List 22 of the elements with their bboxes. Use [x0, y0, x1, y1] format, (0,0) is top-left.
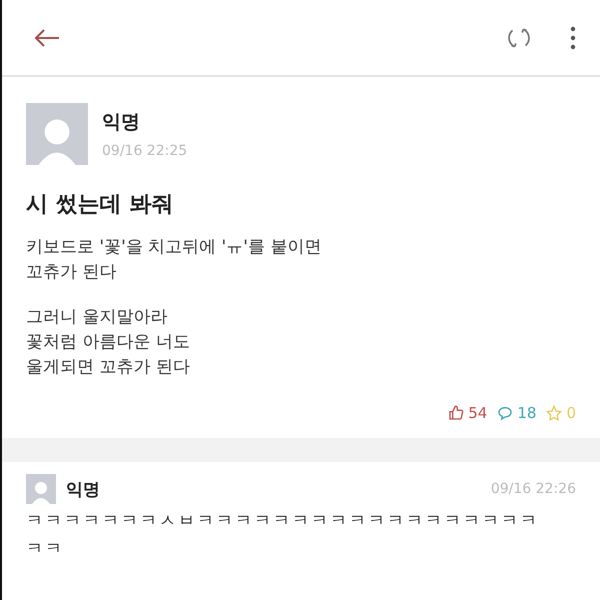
post-text-line: 꽃처럼 아름다운 너도 [26, 331, 191, 354]
post-text-line: 키보드로 '꽃'을 치고뒤에 'ㅠ'를 붙이면 [26, 236, 322, 259]
post-title: 시 썼는데 봐줘 [26, 191, 174, 219]
author-name: 익명 [102, 110, 141, 135]
stat-count: 18 [497, 404, 536, 422]
comment-text-line: ㅋㅋ [26, 538, 65, 560]
comment-text-line: ㅋㅋㅋㅋㅋㅋㅋㅅㅂㅋㅋㅋㅋㅋㅋㅋㅋㅋㅋㅋㅋㅋㅋㅋㅋㅋㅋ [26, 510, 540, 532]
post-text-line: 꼬츄가 된다 [26, 261, 118, 284]
stat-count: 0 [546, 404, 576, 422]
speech-bubble-icon [497, 405, 514, 421]
post-text-line: 그러니 울지말아라 [26, 306, 168, 329]
thumbs-up-icon [448, 405, 464, 421]
avatar-icon [26, 103, 88, 165]
post-time: 09/16 22:25 [102, 143, 188, 159]
comment-author: 익명 [66, 478, 100, 500]
stat-count: 54 [448, 404, 488, 422]
back-arrow-icon [34, 28, 60, 48]
star-icon [546, 405, 562, 421]
post-text-line: 울게되면 꼬츄가 된다 [26, 356, 191, 379]
comment-time: 09/16 22:26 [490, 481, 576, 497]
more-icon [570, 26, 576, 50]
avatar-icon [26, 474, 56, 504]
